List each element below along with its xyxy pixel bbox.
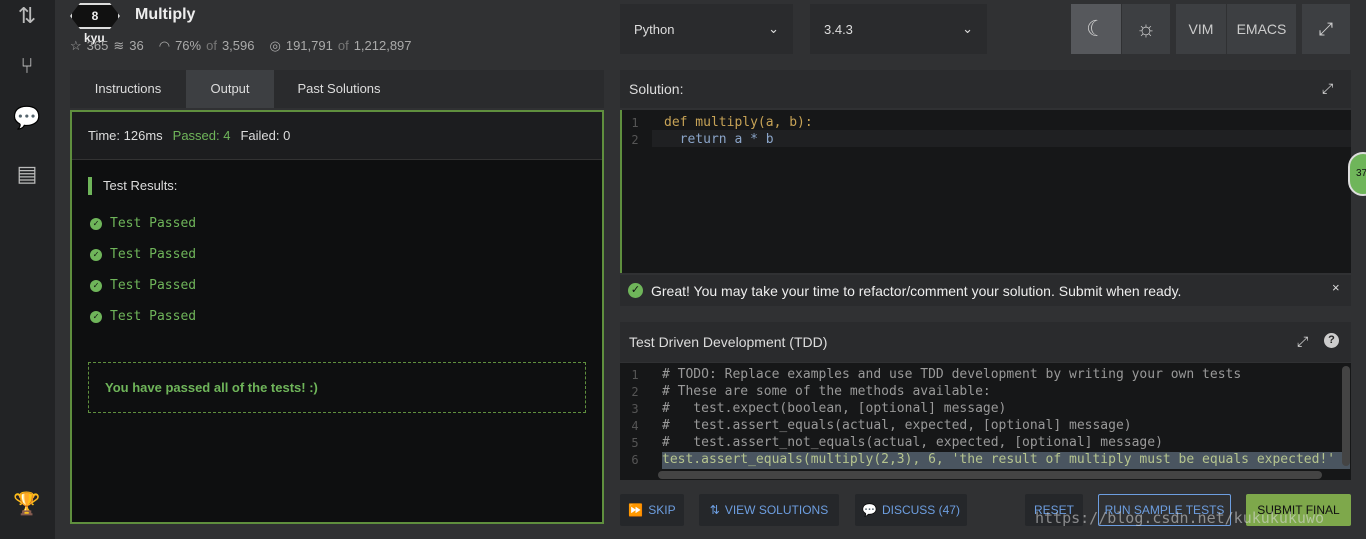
expand-icon: ⤢ [1318,18,1334,39]
line-number: 2 [631,385,639,399]
result-text: Test Passed [110,278,197,293]
line-number: 1 [631,116,639,130]
language-select[interactable]: Python ⌄ [620,4,793,54]
line-number: 2 [631,133,639,147]
collections-icon: ≋ [113,38,125,53]
completed: 191,791 [285,38,333,53]
test-result: ✓ Test Passed [90,278,196,293]
moon-icon: ☾ [1086,16,1106,41]
badge-count: 37 [1356,168,1366,179]
kata-title: Multiply [135,6,196,23]
skip-button[interactable]: ⏩ SKIP [620,494,684,526]
time: Time: 126ms [88,128,163,143]
test-result: ✓ Test Passed [90,216,196,231]
sidebar: ⇅ ⑂ 💬 ▤ 🏆 [0,0,55,539]
results-heading: Test Results: [88,177,177,195]
document-icon[interactable]: ▤ [13,160,41,188]
collections: 36 [129,38,144,53]
discuss-label: DISCUSS (47) [881,503,960,517]
success-alert: ✓ Great! You may take your time to refact… [620,275,1351,306]
version: 3.4.3 [824,21,853,37]
stars: 365 [86,38,109,53]
view-solutions-button[interactable]: ⇅ VIEW SOLUTIONS [699,494,839,526]
votes: 3,596 [221,38,255,53]
fullscreen-button[interactable]: ⤢ [1302,4,1350,54]
code-line: # test.expect(boolean, [optional] messag… [662,401,1007,416]
skip-label: SKIP [648,503,676,517]
check-icon: ✓ [90,217,102,230]
kata-icon[interactable]: ⇅ [13,2,41,30]
help-icon[interactable]: ? [1324,333,1339,348]
code-line: # test.assert_not_equals(actual, expecte… [662,435,1163,450]
check-icon: ✓ [90,279,102,292]
tab-output[interactable]: Output [186,70,274,108]
comment-icon: 💬 [862,503,877,517]
tab-instructions[interactable]: Instructions [70,70,186,108]
attempts: 1,212,897 [353,38,412,53]
emacs-button[interactable]: EMACS [1227,4,1296,54]
success-message: You have passed all of the tests! :) [88,362,586,413]
close-icon[interactable]: × [1332,280,1340,295]
solution-header: Solution: [620,70,1351,108]
kata-stats: ☆ 365 ≋ 36 ◠ 76% of 3,596 ◎ 191,791 of 1,212,897 [70,38,412,54]
gauge-icon: ◠ [158,38,171,53]
failed-count: Failed: 0 [240,128,291,143]
alert-text: Great! You may take your time to refacto… [651,282,1182,299]
test-result: ✓ Test Passed [90,309,196,324]
code-line: return a * b [664,132,774,147]
test-summary: Time: 126ms Passed: 4 Failed: 0 [72,112,602,160]
code-line: test.assert_equals(multiply(2,3), 6, 'th… [662,452,1336,467]
test-result: ✓ Test Passed [90,247,196,262]
code-line: # These are some of the methods availabl… [662,384,991,399]
line-number: 6 [631,453,639,467]
line-number: 3 [631,402,639,416]
watermark: https://blog.csdn.net/kukukukuwo [1035,509,1324,527]
language: Python [634,21,675,37]
check-icon: ✓ [90,310,102,323]
fork-icon[interactable]: ⑂ [13,52,41,80]
solution-title: Solution: [629,81,684,97]
vim-button[interactable]: VIM [1176,4,1226,54]
result-text: Test Passed [110,216,197,231]
rank: 8 [91,9,99,23]
of: of [337,38,349,53]
line-number: 4 [631,419,639,433]
satisfaction: 76% [175,38,202,53]
chevron-down-icon: ⌄ [768,21,779,36]
passed-count: Passed: 4 [172,128,231,143]
check-icon: ✓ [628,283,643,298]
chevron-down-icon: ⌄ [962,21,973,36]
solutions-icon: ⇅ [709,503,720,517]
line-number: 1 [631,368,639,382]
fast-forward-icon: ⏩ [628,503,644,517]
light-theme-button[interactable]: ☼ [1122,4,1170,54]
result-text: Test Passed [110,247,197,262]
vertical-scrollbar[interactable] [1342,366,1350,466]
star-icon[interactable]: ☆ [70,38,82,54]
sun-icon: ☼ [1135,16,1157,41]
code-line: # TODO: Replace examples and use TDD dev… [662,367,1242,382]
result-text: Test Passed [110,309,197,324]
expand-icon[interactable]: ⤢ [1297,333,1308,350]
dark-theme-button[interactable]: ☾ [1071,4,1121,54]
tdd-header: Test Driven Development (TDD) [620,322,1351,362]
discuss-icon[interactable]: 💬 [13,104,41,132]
view-solutions-label: VIEW SOLUTIONS [724,503,829,517]
code-line: def multiply(a, b): [664,115,813,130]
check-icon: ✓ [90,248,102,261]
expand-icon[interactable]: ⤢ [1322,80,1333,97]
progress-badge: 37 [1348,152,1366,196]
tdd-title: Test Driven Development (TDD) [629,334,828,350]
trophy-icon[interactable]: 🏆 [13,490,41,518]
discuss-button[interactable]: 💬 DISCUSS (47) [855,494,967,526]
version-select[interactable]: 3.4.3 ⌄ [810,4,987,54]
tab-past-solutions[interactable]: Past Solutions [274,70,404,108]
target-icon: ◎ [269,38,281,53]
line-number: 5 [631,436,639,450]
horizontal-scrollbar[interactable] [658,471,1322,479]
rank-badge: 8 [70,3,120,29]
code-line: # test.assert_equals(actual, expected, [… [662,418,1132,433]
of: of [206,38,217,53]
